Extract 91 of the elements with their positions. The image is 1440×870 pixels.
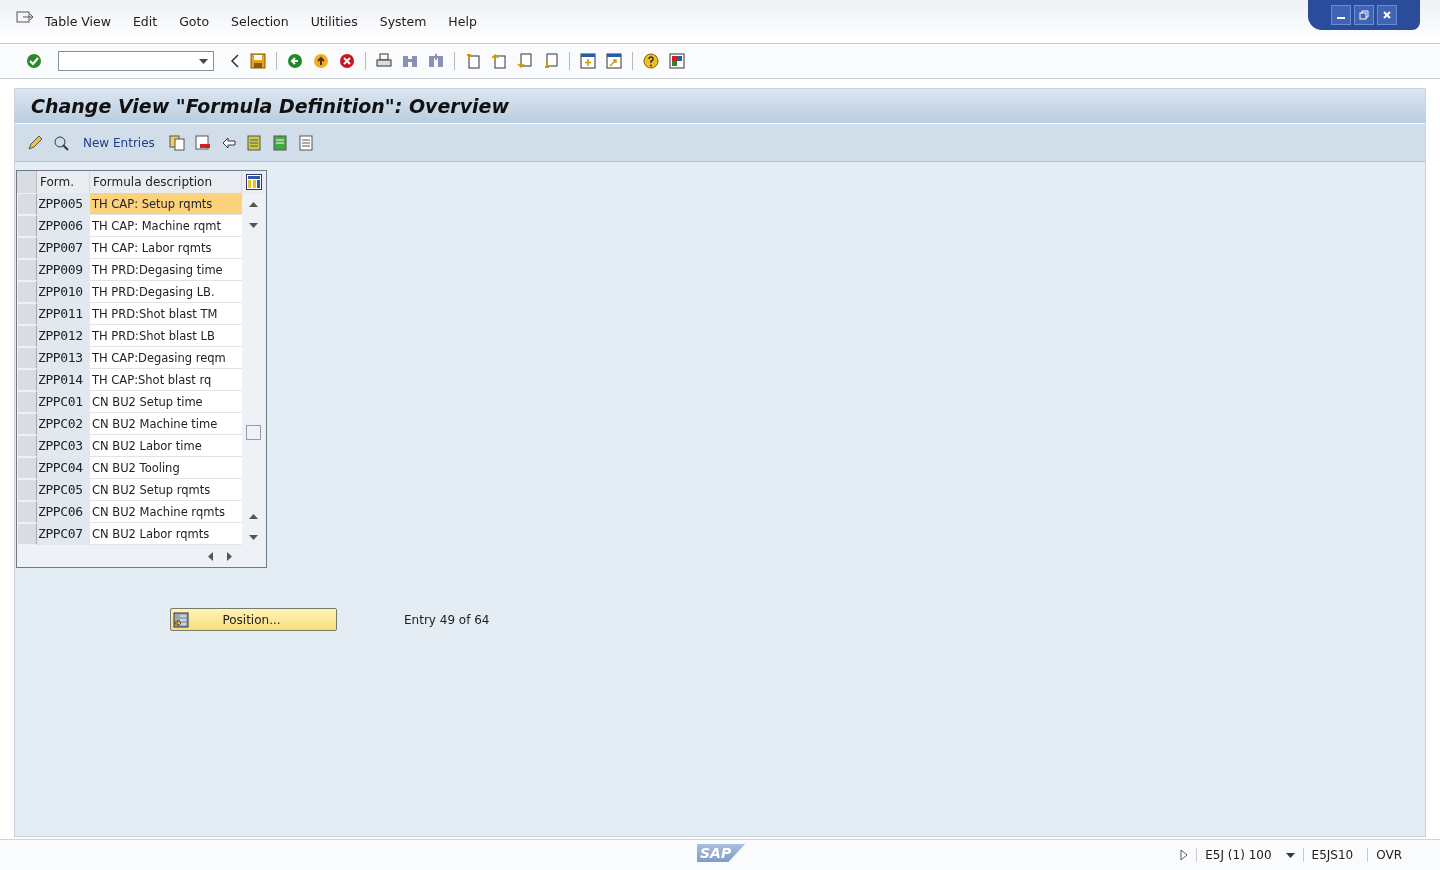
close-button[interactable] [1377,5,1397,25]
page-up-icon[interactable] [249,514,258,519]
table-cell: ZPP014 [37,369,90,391]
entry-counter: Entry 49 of 64 [404,612,490,627]
deselect-all-icon[interactable] [298,134,315,151]
table-cell: ZPPC01 [37,391,90,413]
table-cell: ZPP011 [37,303,90,325]
table-cell[interactable]: TH PRD:Degasing LB. [90,281,242,303]
layout-menu-icon[interactable] [669,53,685,69]
table-cell[interactable]: TH PRD:Shot blast TM [90,303,242,325]
system-info: E5J (1) 100 [1196,848,1278,862]
menu-item[interactable]: Selection [231,14,289,29]
menu-item[interactable]: Utilities [310,14,358,29]
table-cell: ZPPC03 [37,435,90,457]
table-cell[interactable]: CN BU2 Labor rqmts [90,523,242,545]
scroll-left-icon[interactable] [208,552,213,561]
table-cell[interactable]: TH PRD:Shot blast LB [90,325,242,347]
scroll-thumb[interactable] [246,425,261,440]
save-icon[interactable] [250,53,266,69]
new-session-icon[interactable] [580,53,596,69]
column-header[interactable]: Formula description [90,171,242,193]
first-page-icon[interactable] [465,53,481,69]
table-cell: ZPP009 [37,259,90,281]
menu-item[interactable]: Table View [45,14,111,29]
page-down-icon[interactable] [249,535,258,540]
select-all-icon[interactable] [246,134,263,151]
new-entries-button[interactable]: New Entries [83,135,155,150]
menu-item[interactable]: Edit [132,14,158,29]
table-cell[interactable]: TH CAP:Degasing reqm [90,347,242,369]
restore-button[interactable] [1354,5,1374,25]
table-cell: ZPP006 [37,215,90,237]
table-cell[interactable]: TH CAP: Machine rqmt [90,215,242,237]
help-icon[interactable] [643,53,659,69]
table-cell[interactable]: TH CAP: Setup rqmts [90,193,242,215]
scroll-down-icon[interactable] [249,223,258,228]
table-cell[interactable]: CN BU2 Machine rqmts [90,501,242,523]
scroll-right-icon[interactable] [227,552,232,561]
table-cell[interactable]: CN BU2 Setup rqmts [90,479,242,501]
next-page-icon[interactable] [517,53,533,69]
last-page-icon[interactable] [543,53,559,69]
table-cell[interactable]: CN BU2 Tooling [90,457,242,479]
copy-icon[interactable] [168,134,185,151]
table-cell: ZPP007 [37,237,90,259]
table-settings-icon[interactable] [245,174,262,190]
table-cell: ZPPC07 [37,523,90,545]
checkmark-icon[interactable] [26,53,42,69]
cancel-icon[interactable] [339,53,355,69]
expand-status-icon[interactable] [1180,849,1189,861]
shortcut-icon[interactable] [606,53,622,69]
dropdown-icon[interactable] [199,58,208,64]
find-next-icon[interactable] [428,53,444,69]
screen-title: Change View "Formula Definition": Overview [31,95,510,117]
position-button[interactable]: Position... [170,608,337,631]
table-cell[interactable]: TH CAP:Shot blast rq [90,369,242,391]
sap-logo: SAP [697,844,746,862]
server-name: E5JS10 [1302,848,1360,862]
table-cell: ZPP012 [37,325,90,347]
select-block-icon[interactable] [272,134,289,151]
table-cell[interactable]: CN BU2 Labor time [90,435,242,457]
table-cell: ZPP005 [37,193,90,215]
table-cell[interactable]: TH CAP: Labor rqmts [90,237,242,259]
menu-item[interactable]: System [379,14,427,29]
menu-icon[interactable] [16,10,34,25]
table-cell: ZPPC02 [37,413,90,435]
minimize-button[interactable] [1331,5,1351,25]
table-cell[interactable]: CN BU2 Setup time [90,391,242,413]
scroll-up-icon[interactable] [249,202,258,207]
table-cell: ZPP013 [37,347,90,369]
close-icon [1382,10,1392,20]
table-cell: ZPP010 [37,281,90,303]
table-cell: ZPPC05 [37,479,90,501]
menu-item[interactable]: Help [448,14,477,29]
position-icon [173,611,189,628]
table-cell: ZPPC04 [37,457,90,479]
table-cell[interactable]: TH PRD:Degasing time [90,259,242,281]
pencil-icon[interactable] [27,134,43,151]
dropdown-icon[interactable] [1285,852,1295,858]
minimize-icon [1337,17,1345,19]
back-icon[interactable] [287,53,303,69]
exit-icon[interactable] [313,53,329,69]
column-header[interactable]: Form. [37,171,90,193]
print-icon[interactable] [376,53,392,69]
menu-item[interactable]: Goto [179,14,210,29]
table-cell: ZPPC06 [37,501,90,523]
previous-page-icon[interactable] [491,53,507,69]
command-field[interactable] [58,51,214,71]
restore-icon [1359,10,1369,20]
delete-icon[interactable] [194,134,211,151]
table-cell[interactable]: CN BU2 Machine time [90,413,242,435]
find-icon[interactable] [402,53,418,69]
insert-mode: OVR [1367,848,1408,862]
